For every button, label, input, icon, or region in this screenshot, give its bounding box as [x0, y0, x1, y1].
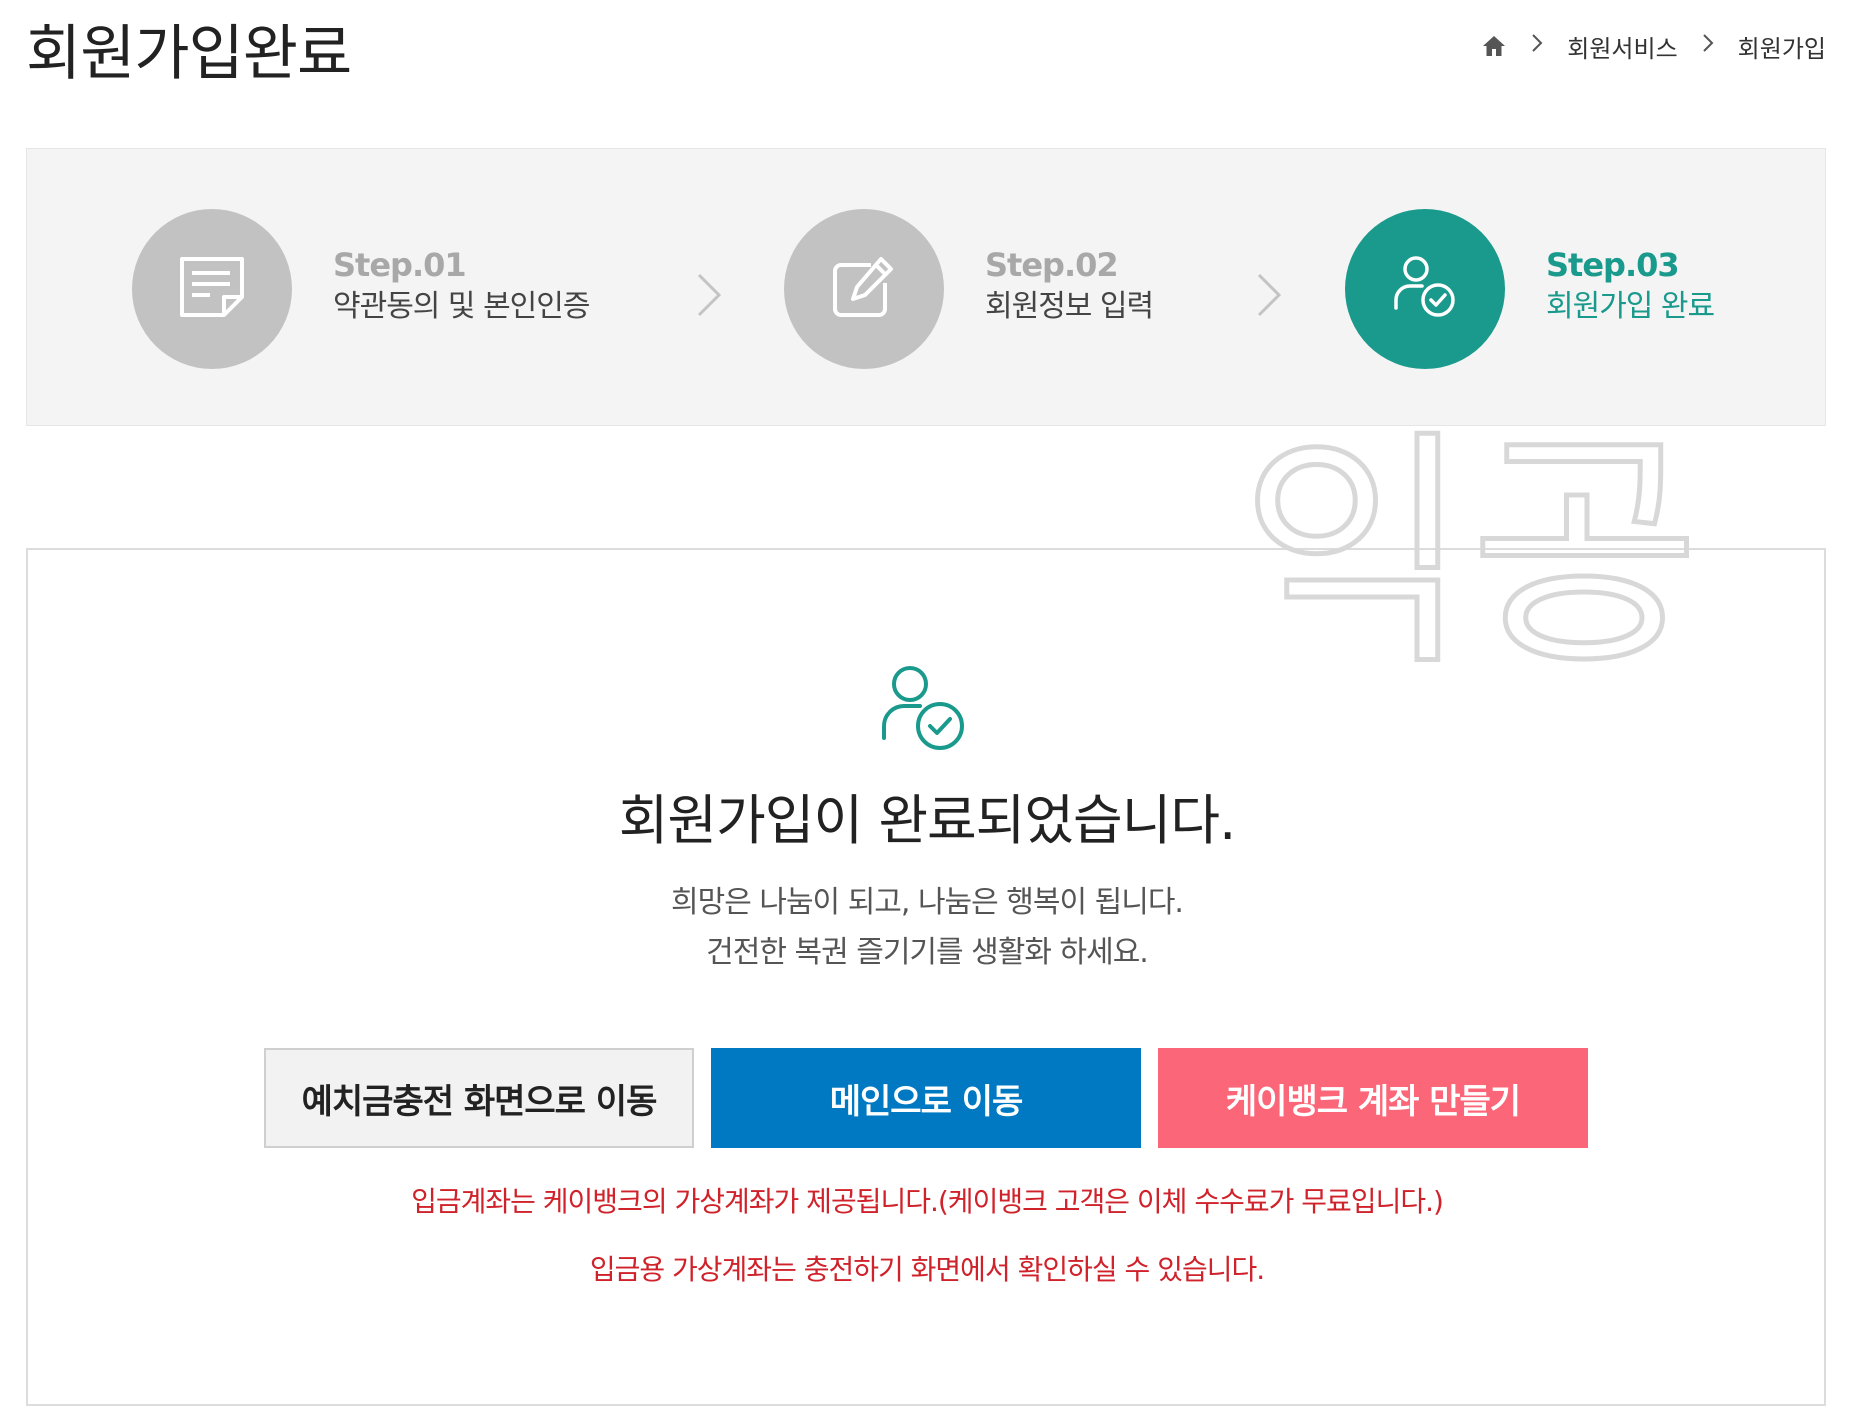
step-1-circle: [132, 209, 292, 369]
step-progress: Step.01 약관동의 및 본인인증 Step.02 회원정보 입력 Step…: [26, 148, 1826, 426]
step-2-text: Step.02 회원정보 입력: [985, 245, 1154, 329]
user-check-icon: [880, 664, 968, 754]
document-icon: [178, 255, 246, 323]
chevron-right-icon: [687, 265, 731, 325]
step-3-text: Step.03 회원가입 완료: [1546, 245, 1715, 329]
user-check-icon: [1392, 254, 1458, 324]
complete-message-line-2: 건전한 복권 즐기기를 생활화 하세요.: [706, 935, 1149, 970]
home-icon[interactable]: [1481, 33, 1507, 59]
chevron-right-icon: [1696, 32, 1720, 60]
chevron-right-icon: [1525, 32, 1549, 60]
create-kbank-account-button[interactable]: 케이뱅크 계좌 만들기: [1158, 1048, 1588, 1148]
page-title: 회원가입완료: [26, 19, 352, 89]
step-1-text: Step.01 약관동의 및 본인인증: [333, 245, 590, 329]
breadcrumb-item-member-service[interactable]: 회원서비스: [1567, 29, 1677, 64]
step-3-circle: [1345, 209, 1505, 369]
chevron-right-icon: [1247, 265, 1291, 325]
complete-message-title: 회원가입이 완료되었습니다.: [618, 789, 1237, 852]
notice-charge-screen: 입금용 가상계좌는 충전하기 화면에서 확인하실 수 있습니다.: [589, 1253, 1265, 1286]
deposit-charge-button[interactable]: 예치금충전 화면으로 이동: [264, 1048, 694, 1148]
notice-virtual-account: 입금계좌는 케이뱅크의 가상계좌가 제공됩니다.(케이뱅크 고객은 이체 수수료…: [411, 1185, 1444, 1218]
edit-icon: [831, 255, 897, 323]
step-3-label: 회원가입 완료: [1546, 289, 1715, 324]
step-2-circle: [784, 209, 944, 369]
go-main-button[interactable]: 메인으로 이동: [711, 1048, 1141, 1148]
step-1-number: Step.01: [333, 246, 467, 284]
step-3-number: Step.03: [1546, 246, 1680, 284]
step-2-label: 회원정보 입력: [985, 289, 1154, 324]
breadcrumb: 회원서비스 회원가입: [1481, 26, 1826, 66]
breadcrumb-item-join[interactable]: 회원가입: [1738, 29, 1826, 64]
step-1-label: 약관동의 및 본인인증: [333, 289, 590, 324]
step-2-number: Step.02: [985, 246, 1119, 284]
complete-message-line-1: 희망은 나눔이 되고, 나눔은 행복이 됩니다.: [671, 885, 1184, 920]
